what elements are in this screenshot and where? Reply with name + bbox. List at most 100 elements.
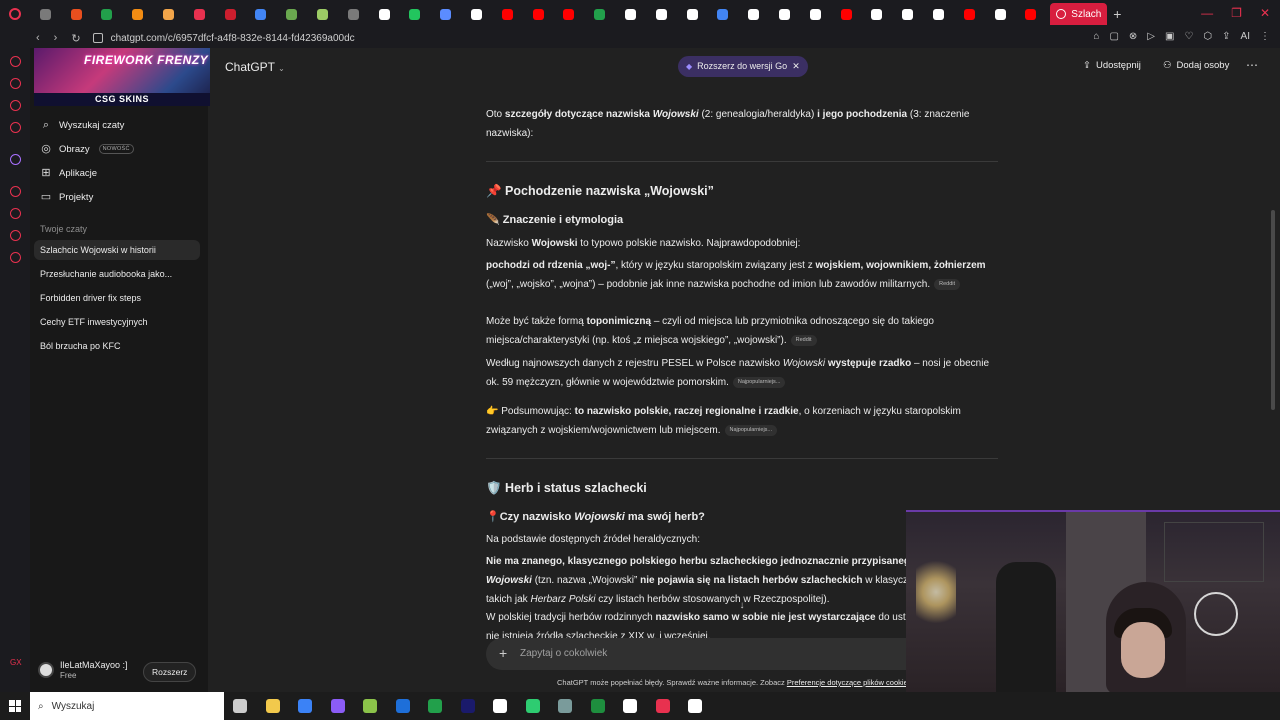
- tab-favicon-icon[interactable]: [369, 0, 400, 28]
- ai-icon[interactable]: AI: [1241, 31, 1250, 42]
- taskbar-app-icon[interactable]: [517, 692, 550, 720]
- new-tab-button[interactable]: +: [1107, 6, 1127, 22]
- back-icon[interactable]: ‹: [36, 32, 40, 45]
- tab-favicon-icon[interactable]: [153, 0, 184, 28]
- tab-favicon-icon[interactable]: [862, 0, 893, 28]
- tab-favicon-icon[interactable]: [215, 0, 246, 28]
- cookie-preferences-link[interactable]: Preferencje dotyczące plików cookie: [787, 678, 908, 687]
- tab-favicon-icon[interactable]: [338, 0, 369, 28]
- taskbar-app-icon[interactable]: [224, 692, 257, 720]
- taskbar-app-icon[interactable]: [419, 692, 452, 720]
- taskbar-app-icon[interactable]: [582, 692, 615, 720]
- windows-start-icon[interactable]: [0, 692, 30, 720]
- share-page-icon[interactable]: ⇪: [1222, 31, 1230, 42]
- opera-gx-icon[interactable]: [0, 0, 30, 28]
- close-icon[interactable]: ✕: [1260, 6, 1270, 20]
- tab-favicon-icon[interactable]: [584, 0, 615, 28]
- upgrade-button[interactable]: Rozszerz: [143, 662, 197, 682]
- sidebar-item-search[interactable]: ⌕ Wyszukaj czaty: [40, 119, 124, 131]
- reload-icon[interactable]: ↻: [71, 32, 80, 45]
- source-chip[interactable]: Reddit: [790, 334, 817, 346]
- tab-favicon-icon[interactable]: [307, 0, 338, 28]
- tab-favicon-icon[interactable]: [954, 0, 985, 28]
- url-field[interactable]: chatgpt.com/c/6957dfcf-a4f8-832e-8144-fd…: [111, 33, 355, 44]
- heart-icon[interactable]: ♡: [1184, 31, 1193, 42]
- tab-favicon-icon[interactable]: [246, 0, 277, 28]
- taskbar-app-icon[interactable]: [289, 692, 322, 720]
- sidebar-item-apps[interactable]: ⊞ Aplikacje: [40, 167, 97, 179]
- active-tab[interactable]: Szlach: [1050, 3, 1108, 25]
- share-button[interactable]: ⇪ Udostępnij: [1083, 60, 1141, 71]
- tab-favicon-icon[interactable]: [461, 0, 492, 28]
- tab-favicon-icon[interactable]: [400, 0, 431, 28]
- tab-favicon-icon[interactable]: [985, 0, 1016, 28]
- chat-item[interactable]: Przesłuchanie audiobooka jako...: [34, 264, 200, 284]
- sidebar-item-projects[interactable]: ▭ Projekty: [40, 191, 94, 203]
- maximize-icon[interactable]: ❐: [1231, 6, 1242, 20]
- bookmark-icon[interactable]: ⌂: [1093, 31, 1099, 42]
- source-chip[interactable]: Najpopularniejs...: [732, 376, 786, 388]
- taskbar-app-icon[interactable]: [679, 692, 712, 720]
- tab-favicon-icon[interactable]: [523, 0, 554, 28]
- gx-icon[interactable]: GX: [10, 658, 22, 667]
- chat-item[interactable]: Ból brzucha po KFC: [34, 336, 200, 356]
- user-profile[interactable]: IleLatMaXayoo :] Free: [38, 660, 128, 680]
- chat-item[interactable]: Szlachcic Wojowski w historii: [34, 240, 200, 260]
- scroll-down-icon[interactable]: ↓: [734, 600, 750, 616]
- tab-favicon-icon[interactable]: [615, 0, 646, 28]
- tab-favicon-icon[interactable]: [769, 0, 800, 28]
- model-selector[interactable]: ChatGPT ⌄: [225, 60, 285, 74]
- sidebar-app-icon[interactable]: [10, 78, 21, 89]
- tab-favicon-icon[interactable]: [677, 0, 708, 28]
- sidebar-app-icon[interactable]: [10, 230, 21, 241]
- more-options-icon[interactable]: ⋯: [1246, 58, 1258, 72]
- settings-icon[interactable]: [10, 252, 21, 263]
- tab-favicon-icon[interactable]: [1016, 0, 1047, 28]
- taskbar-app-icon[interactable]: [322, 692, 355, 720]
- close-icon[interactable]: ✕: [792, 56, 800, 77]
- snapshot-icon[interactable]: ▢: [1109, 31, 1118, 42]
- taskbar-app-icon[interactable]: [614, 692, 647, 720]
- chat-item[interactable]: Cechy ETF inwestycyjnych: [34, 312, 200, 332]
- minimize-icon[interactable]: —: [1201, 6, 1213, 20]
- site-info-icon[interactable]: [92, 33, 103, 43]
- tab-favicon-icon[interactable]: [276, 0, 307, 28]
- add-people-button[interactable]: ⚇ Dodaj osoby: [1163, 60, 1229, 71]
- menu-icon[interactable]: ⋮: [1260, 31, 1270, 42]
- tab-favicon-icon[interactable]: [492, 0, 523, 28]
- tab-favicon-icon[interactable]: [554, 0, 585, 28]
- sidebar-app-icon[interactable]: [10, 186, 21, 197]
- tab-favicon-icon[interactable]: [92, 0, 123, 28]
- tab-favicon-icon[interactable]: [184, 0, 215, 28]
- source-chip[interactable]: Najpopularniejs...: [724, 424, 778, 436]
- taskbar-app-icon[interactable]: [647, 692, 680, 720]
- ad-banner[interactable]: FIREWORK FRENZY CSG SKINS: [34, 48, 210, 106]
- sidebar-app-icon[interactable]: [10, 100, 21, 111]
- taskbar-app-icon[interactable]: [549, 692, 582, 720]
- add-attachment-icon[interactable]: +: [499, 645, 507, 661]
- player-icon[interactable]: ▷: [1147, 31, 1155, 42]
- upgrade-go-button[interactable]: ◆ Rozszerz do wersji Go ✕: [678, 56, 808, 77]
- adblock-icon[interactable]: ⊗: [1129, 31, 1137, 42]
- sidebar-app-icon[interactable]: [10, 122, 21, 133]
- sidebar-item-images[interactable]: ◎ Obrazy NOWOŚĆ: [40, 143, 134, 155]
- tab-favicon-icon[interactable]: [122, 0, 153, 28]
- forward-icon[interactable]: ›: [54, 32, 58, 45]
- message-input[interactable]: Zapytaj o cokolwiek: [520, 648, 607, 659]
- sidebar-app-icon[interactable]: [10, 56, 21, 67]
- tab-favicon-icon[interactable]: [646, 0, 677, 28]
- tab-favicon-icon[interactable]: [61, 0, 92, 28]
- taskbar-app-icon[interactable]: [484, 692, 517, 720]
- pin-icon[interactable]: ▣: [1165, 31, 1174, 42]
- tab-favicon-icon[interactable]: [923, 0, 954, 28]
- taskbar-app-icon[interactable]: [257, 692, 290, 720]
- taskbar-search[interactable]: ⌕ Wyszukaj: [30, 692, 224, 720]
- source-chip[interactable]: Reddit: [934, 278, 961, 290]
- tab-favicon-icon[interactable]: [800, 0, 831, 28]
- taskbar-app-icon[interactable]: [452, 692, 485, 720]
- extensions-icon[interactable]: ⬡: [1203, 31, 1212, 42]
- tab-favicon-icon[interactable]: [30, 0, 61, 28]
- history-icon[interactable]: [10, 208, 21, 219]
- tab-favicon-icon[interactable]: [430, 0, 461, 28]
- tab-favicon-icon[interactable]: [831, 0, 862, 28]
